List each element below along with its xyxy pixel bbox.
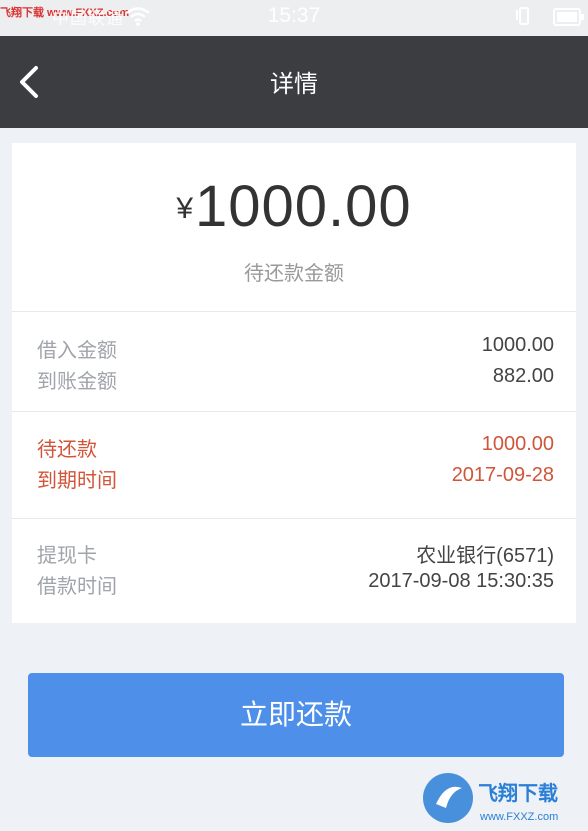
watermark-logo-text: 飞翔下载 [478,781,558,805]
loan-time-value: 2017-09-08 15:30:35 [368,570,554,592]
divider [12,411,576,412]
nav-header: 详情 [0,36,588,128]
detail-row-card: 提现卡 农业银行(6571) [12,539,576,571]
battery-icon [553,8,584,26]
detail-row-loan-time: 借款时间 2017-09-08 15:30:35 [12,570,576,602]
page-title: 详情 [270,70,318,98]
due-date-label: 到期时间 [37,468,117,492]
status-bar: 飞翔下载 www.FXXZ.com 中国联通 15:37 [0,0,588,36]
card-value: 农业银行(6571) [416,545,554,567]
due-amount: ¥1000.00 [12,173,576,240]
borrowed-label: 借入金额 [37,338,117,362]
due-amount-label: 待还款金额 [244,261,344,285]
received-value: 882.00 [492,365,554,387]
borrowed-value: 1000.00 [481,334,554,356]
due-date-value: 2017-09-28 [451,464,554,486]
detail-row-due: 待还款 1000.00 [12,433,576,465]
divider [12,518,576,519]
due-amount-value: 1000.00 [195,174,412,239]
phone-signal-icon [516,7,529,25]
card-label: 提现卡 [37,543,97,567]
watermark-logo-url: www.FXXZ.com [479,811,558,823]
detail-row-borrowed: 借入金额 1000.00 [12,334,576,366]
received-label: 到账金额 [37,369,117,393]
detail-row-received: 到账金额 882.00 [12,365,576,397]
status-time: 15:37 [267,4,321,27]
currency-symbol: ¥ [176,192,194,225]
loan-detail-card: ¥1000.00 待还款金额 借入金额 1000.00 到账金额 882.00 … [12,143,576,623]
divider [12,311,576,312]
watermark-logo: 飞翔下载 www.FXXZ.com [423,773,558,823]
due-value: 1000.00 [481,433,554,455]
amount-summary: ¥1000.00 待还款金额 [12,143,576,311]
detail-row-due-date: 到期时间 2017-09-28 [12,464,576,496]
due-label: 待还款 [37,437,97,461]
loan-time-label: 借款时间 [37,574,117,598]
repay-now-button[interactable]: 立即还款 [28,673,564,757]
